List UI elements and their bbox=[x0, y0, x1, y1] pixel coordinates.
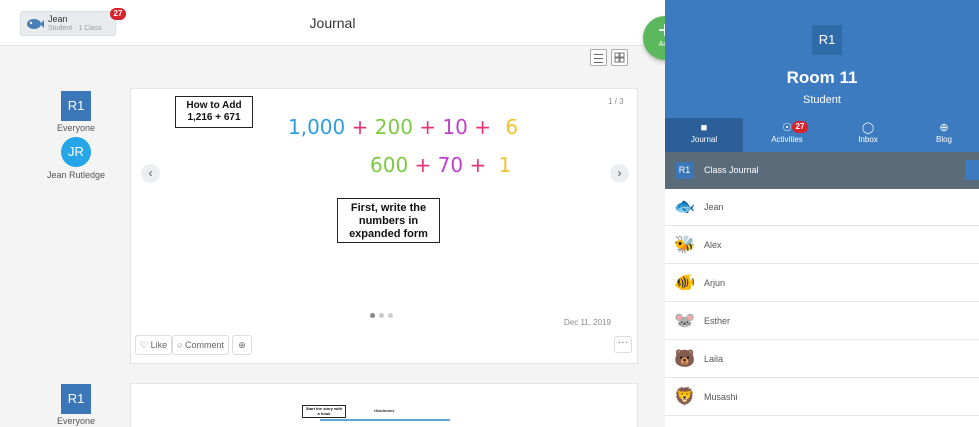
top-bar: Jean Student · 1 Class 27 Journal bbox=[0, 0, 665, 46]
post-heading: Headnotes bbox=[374, 408, 395, 413]
visibility-button[interactable]: ⊕ bbox=[232, 335, 252, 355]
comment-icon: ○ bbox=[177, 340, 183, 350]
lightbulb-icon: ☉ bbox=[782, 122, 792, 134]
author-name: Jean Rutledge bbox=[46, 170, 106, 180]
class-journal-label: Class Journal bbox=[704, 165, 759, 175]
prev-page-button[interactable]: ‹ bbox=[141, 164, 160, 183]
hw-plus: + bbox=[419, 115, 437, 139]
tab-inbox[interactable]: ◯ Inbox bbox=[829, 118, 907, 152]
post-title-box: Start the story with a hook bbox=[302, 405, 346, 418]
tab-label: Inbox bbox=[858, 135, 878, 144]
audience-label: Everyone bbox=[56, 123, 96, 133]
list-view-toggle[interactable] bbox=[590, 49, 607, 66]
tab-activities[interactable]: ☉ Activities 27 bbox=[748, 118, 826, 152]
handwriting-line: 1,000 + 200 + 10 + 6 bbox=[288, 115, 518, 139]
carousel-dot[interactable] bbox=[388, 313, 393, 318]
note-box: First, write the numbers in expanded for… bbox=[337, 198, 440, 243]
tab-label: Journal bbox=[690, 135, 718, 144]
student-name: Laila bbox=[704, 354, 724, 364]
student-row[interactable]: 🐝 Alex bbox=[665, 227, 979, 264]
student-name: Jean bbox=[704, 202, 724, 212]
hw-number: 10 bbox=[442, 115, 468, 139]
class-journal-avatar: R1 bbox=[676, 162, 693, 179]
globe-icon: ⊕ bbox=[238, 340, 246, 350]
carousel-dot[interactable] bbox=[370, 313, 375, 318]
student-name: Arjun bbox=[704, 278, 726, 288]
post-title-line: a hook bbox=[317, 411, 331, 416]
class-header: R1 Room 11 Student bbox=[665, 0, 979, 118]
post-title-line: 1,216 + 671 bbox=[187, 112, 241, 123]
grid-view-toggle[interactable] bbox=[611, 49, 628, 66]
comment-button[interactable]: ○ Comment bbox=[172, 335, 229, 355]
hw-number: 600 bbox=[370, 153, 409, 177]
post-title-line: How to Add bbox=[186, 100, 242, 111]
student-name: Alex bbox=[704, 240, 722, 250]
post-date: Dec 11, 2019 bbox=[564, 318, 611, 327]
class-avatar: R1 bbox=[812, 25, 842, 55]
post-preview-line bbox=[320, 419, 450, 421]
note-line: First, write the bbox=[350, 202, 427, 214]
class-avatar[interactable]: R1 bbox=[61, 384, 91, 414]
hw-number: 200 bbox=[374, 115, 413, 139]
page-indicator: 1 / 3 bbox=[608, 97, 624, 106]
hw-number: 6 bbox=[505, 115, 519, 139]
tropical-fish-icon: 🐠 bbox=[674, 273, 696, 292]
student-name: Esther bbox=[704, 316, 731, 326]
hw-plus: + bbox=[414, 153, 432, 177]
hw-number: 1 bbox=[498, 153, 512, 177]
tab-journal[interactable]: ■ Journal bbox=[665, 118, 743, 152]
audience-label: Everyone bbox=[56, 416, 96, 426]
selected-indicator bbox=[965, 160, 979, 180]
panel-tabs: ■ Journal ☉ Activities 27 ◯ Inbox ⊕ Blog bbox=[665, 118, 979, 152]
fish-icon: 🐟 bbox=[674, 197, 696, 216]
hw-plus: + bbox=[351, 115, 369, 139]
student-name: Musashi bbox=[704, 392, 738, 402]
bear-icon: 🐻 bbox=[674, 349, 696, 368]
carousel-dot[interactable] bbox=[379, 313, 384, 318]
hw-number: 70 bbox=[437, 153, 464, 177]
student-row[interactable]: 🐟 Jean bbox=[665, 189, 979, 226]
note-line: numbers in bbox=[358, 215, 419, 227]
tab-label: Activities bbox=[771, 135, 803, 144]
app-root: Jean Student · 1 Class 27 Journal R1 Eve… bbox=[0, 0, 979, 427]
class-journal-row[interactable]: R1 Class Journal bbox=[665, 152, 979, 189]
student-row[interactable]: 🐭 Esther bbox=[665, 303, 979, 340]
hw-number: 1,000 bbox=[288, 115, 346, 139]
tab-blog[interactable]: ⊕ Blog bbox=[905, 118, 979, 152]
like-label: Like bbox=[150, 340, 168, 350]
grid-icon bbox=[614, 52, 625, 63]
next-page-button[interactable]: › bbox=[610, 164, 629, 183]
chat-icon: ◯ bbox=[861, 122, 875, 134]
more-options-button[interactable]: ··· bbox=[614, 336, 632, 353]
page-title: Journal bbox=[309, 15, 356, 31]
lion-icon: 🦁 bbox=[674, 387, 696, 406]
note-line: expanded form bbox=[349, 228, 428, 240]
class-panel: R1 Room 11 Student ■ Journal ☉ Activitie… bbox=[665, 0, 979, 427]
like-button[interactable]: ♡ Like bbox=[135, 335, 173, 355]
post-title-box: How to Add 1,216 + 671 bbox=[175, 96, 253, 128]
bee-icon: 🐝 bbox=[674, 235, 696, 254]
activities-badge: 27 bbox=[792, 121, 808, 133]
carousel-dots bbox=[370, 305, 397, 323]
mouse-icon: 🐭 bbox=[674, 311, 696, 330]
globe-icon: ⊕ bbox=[939, 122, 949, 134]
hw-plus: + bbox=[469, 153, 487, 177]
student-row[interactable]: 🐠 Arjun bbox=[665, 265, 979, 302]
room-name: Room 11 bbox=[786, 68, 858, 87]
role-label: Student bbox=[803, 94, 841, 106]
hw-plus: + bbox=[474, 115, 491, 139]
student-row[interactable]: 🐻 Laila bbox=[665, 341, 979, 378]
comment-label: Comment bbox=[184, 340, 224, 350]
student-row[interactable]: 🦁 Musashi bbox=[665, 379, 979, 416]
tab-label: Blog bbox=[935, 135, 952, 144]
heart-icon: ♡ bbox=[140, 340, 149, 350]
book-icon: ■ bbox=[700, 122, 708, 134]
author-avatar[interactable]: JR bbox=[61, 137, 91, 167]
handwriting-line: 600 + 70 + 1 bbox=[370, 153, 511, 177]
class-avatar[interactable]: R1 bbox=[61, 91, 91, 121]
